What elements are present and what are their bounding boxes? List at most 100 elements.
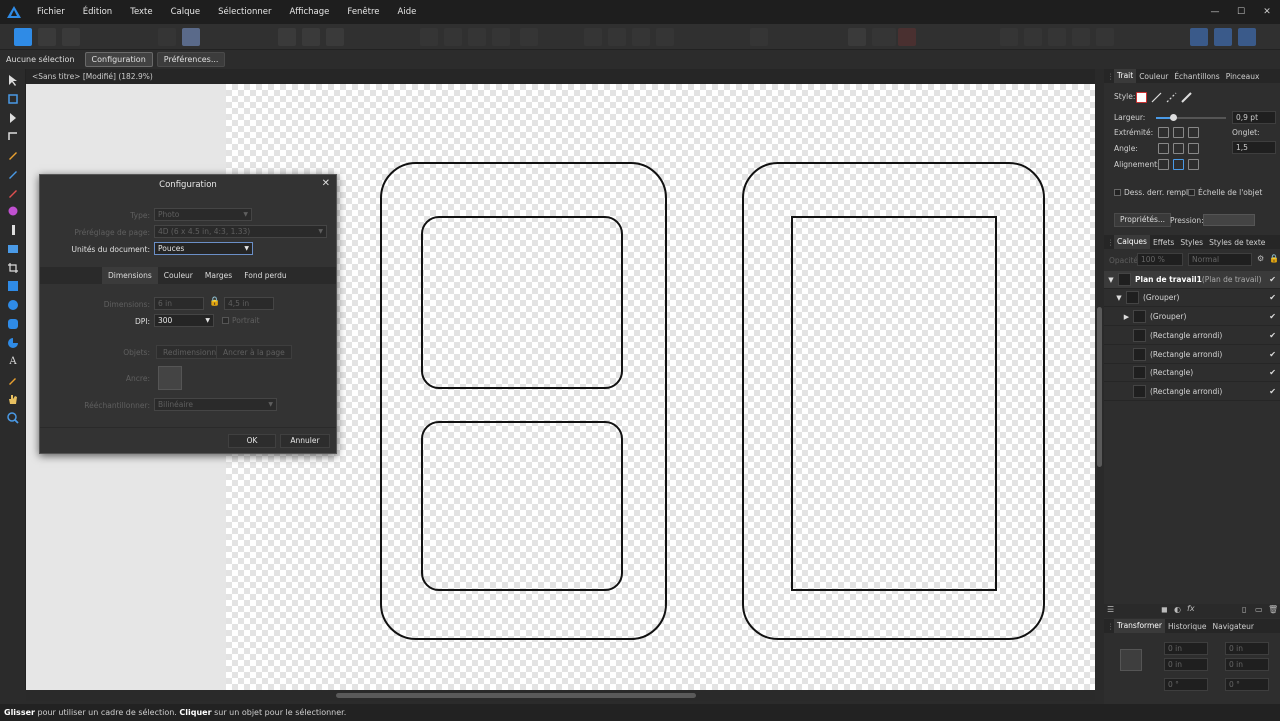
transparency-tool-icon[interactable] bbox=[6, 223, 20, 237]
layer-row-rounded-rect[interactable]: (Rectangle arrondi) ✔ bbox=[1104, 383, 1280, 401]
menu-edition[interactable]: Édition bbox=[74, 0, 121, 24]
vector-brush-tool-icon[interactable] bbox=[6, 186, 20, 200]
layer-row-subgroup[interactable]: ▶ (Grouper) ✔ bbox=[1104, 308, 1280, 326]
shear-input[interactable]: 0 ° bbox=[1225, 678, 1269, 691]
miter-input[interactable]: 1,5 bbox=[1232, 141, 1276, 154]
select-all-icon[interactable] bbox=[278, 28, 296, 46]
distribute-icon[interactable] bbox=[750, 28, 768, 46]
y-input[interactable]: 0 in bbox=[1225, 642, 1269, 655]
anchor-selector-icon[interactable] bbox=[158, 366, 182, 390]
rotation-input[interactable]: 0 ° bbox=[1164, 678, 1208, 691]
shape-tool-icon[interactable] bbox=[6, 336, 20, 350]
width-input[interactable]: 0,9 pt bbox=[1232, 111, 1276, 124]
layer-row-rounded-rect[interactable]: (Rectangle arrondi) ✔ bbox=[1104, 327, 1280, 345]
rounded-rectangle-tool-icon[interactable] bbox=[6, 317, 20, 331]
help-icon[interactable] bbox=[1238, 28, 1256, 46]
close-window-button[interactable]: ✕ bbox=[1254, 7, 1280, 17]
fx-icon[interactable]: fx bbox=[1187, 604, 1195, 613]
menu-calque[interactable]: Calque bbox=[162, 0, 210, 24]
adjustment-icon[interactable]: ◐ bbox=[1174, 605, 1181, 614]
hand-tool-icon[interactable] bbox=[6, 392, 20, 406]
lock-icon[interactable]: 🔒 bbox=[1269, 254, 1279, 263]
arrange-back-icon[interactable] bbox=[420, 28, 438, 46]
assistant-icon[interactable] bbox=[182, 28, 200, 46]
pen-tool-icon[interactable] bbox=[6, 148, 20, 162]
corner-tool-icon[interactable] bbox=[6, 129, 20, 143]
tab-effets[interactable]: Effets bbox=[1150, 238, 1177, 247]
menu-selectionner[interactable]: Sélectionner bbox=[209, 0, 280, 24]
visibility-checkbox[interactable]: ✔ bbox=[1269, 368, 1276, 377]
ok-button[interactable]: OK bbox=[228, 434, 276, 448]
vertical-scrollbar[interactable] bbox=[1095, 69, 1104, 690]
align-center-icon[interactable] bbox=[608, 28, 626, 46]
expand-arrow-icon[interactable]: ▶ bbox=[1120, 313, 1133, 321]
horizontal-scroll-thumb[interactable] bbox=[336, 693, 696, 698]
document-tab[interactable]: <Sans titre> [Modifié] (182.9%) bbox=[26, 69, 1095, 84]
tab-styles-texte[interactable]: Styles de texte bbox=[1206, 238, 1268, 247]
right-inner-rectangle[interactable] bbox=[791, 216, 997, 591]
zoom-tool-icon[interactable] bbox=[6, 411, 20, 425]
move-tool-icon[interactable] bbox=[6, 73, 20, 87]
opacity-input[interactable]: 100 % bbox=[1137, 253, 1183, 266]
artboard-tool-icon[interactable] bbox=[6, 92, 20, 106]
brush-line-icon[interactable] bbox=[1181, 92, 1192, 103]
panel-grip-icon[interactable]: ⋮ bbox=[1104, 238, 1115, 247]
invert-selection-icon[interactable] bbox=[326, 28, 344, 46]
grid-snap-icon[interactable] bbox=[848, 28, 866, 46]
visibility-checkbox[interactable]: ✔ bbox=[1269, 331, 1276, 340]
tab-transformer[interactable]: Transformer bbox=[1114, 619, 1166, 633]
pencil-tool-icon[interactable] bbox=[6, 167, 20, 181]
portrait-checkbox[interactable] bbox=[222, 317, 229, 324]
node-tool-icon[interactable] bbox=[6, 111, 20, 125]
top-inner-rounded-rectangle[interactable] bbox=[421, 216, 623, 389]
align-center-stroke-icon[interactable] bbox=[1173, 159, 1184, 170]
tab-trait[interactable]: Trait bbox=[1114, 69, 1137, 83]
artboard[interactable] bbox=[226, 84, 1095, 690]
blend-mode-select[interactable]: Normal bbox=[1188, 253, 1252, 266]
width-field[interactable]: 6 in bbox=[154, 297, 204, 310]
menu-texte[interactable]: Texte bbox=[121, 0, 161, 24]
dpi-select[interactable]: 300 ▼ bbox=[154, 314, 214, 327]
boolean-intersect-icon[interactable] bbox=[1048, 28, 1066, 46]
view-mode-icon[interactable] bbox=[158, 28, 176, 46]
pressure-graph[interactable] bbox=[1203, 214, 1255, 226]
layer-settings-icon[interactable]: ⚙ bbox=[1257, 254, 1264, 263]
visibility-checkbox[interactable]: ✔ bbox=[1269, 293, 1276, 302]
collapse-arrow-icon[interactable]: ▼ bbox=[1112, 294, 1126, 302]
document-units-select[interactable]: Pouces ▼ bbox=[154, 242, 253, 255]
no-stroke-icon[interactable] bbox=[1136, 92, 1147, 103]
layer-row-rounded-rect[interactable]: (Rectangle arrondi) ✔ bbox=[1104, 346, 1280, 364]
square-cap-icon[interactable] bbox=[1188, 127, 1199, 138]
visibility-checkbox[interactable]: ✔ bbox=[1269, 312, 1276, 321]
tab-echantillons[interactable]: Échantillons bbox=[1171, 72, 1222, 81]
close-icon[interactable]: ✕ bbox=[322, 178, 330, 189]
tab-dimensions[interactable]: Dimensions bbox=[102, 267, 158, 284]
vertical-scroll-thumb[interactable] bbox=[1097, 307, 1102, 467]
round-cap-icon[interactable] bbox=[1173, 127, 1184, 138]
rectangle-tool-icon[interactable] bbox=[6, 279, 20, 293]
visibility-checkbox[interactable]: ✔ bbox=[1269, 387, 1276, 396]
solid-line-icon[interactable] bbox=[1151, 92, 1162, 103]
visibility-checkbox[interactable]: ✔ bbox=[1269, 350, 1276, 359]
draw-behind-checkbox[interactable] bbox=[1114, 189, 1121, 196]
anchor-point-selector[interactable] bbox=[1120, 649, 1142, 671]
align-top-icon[interactable] bbox=[656, 28, 674, 46]
miter-join-icon[interactable] bbox=[1158, 143, 1169, 154]
visibility-checkbox[interactable]: ✔ bbox=[1269, 275, 1276, 284]
deselect-icon[interactable] bbox=[302, 28, 320, 46]
text-tool-icon[interactable]: A bbox=[6, 354, 20, 368]
align-inside-icon[interactable] bbox=[1158, 159, 1169, 170]
width-slider[interactable] bbox=[1156, 114, 1226, 121]
lock-aspect-icon[interactable]: 🔒 bbox=[209, 297, 220, 307]
dashed-line-icon[interactable] bbox=[1166, 92, 1177, 103]
panel-grip-icon[interactable]: ⋮ bbox=[1104, 622, 1115, 631]
menu-fichier[interactable]: Fichier bbox=[28, 0, 74, 24]
round-join-icon[interactable] bbox=[1173, 143, 1184, 154]
collapse-arrow-icon[interactable]: ▼ bbox=[1104, 276, 1118, 284]
tab-pinceaux[interactable]: Pinceaux bbox=[1223, 72, 1263, 81]
scale-object-checkbox[interactable] bbox=[1188, 189, 1195, 196]
butt-cap-icon[interactable] bbox=[1158, 127, 1169, 138]
menu-aide[interactable]: Aide bbox=[389, 0, 426, 24]
bevel-join-icon[interactable] bbox=[1188, 143, 1199, 154]
type-select[interactable]: Photo ▼ bbox=[154, 208, 252, 221]
